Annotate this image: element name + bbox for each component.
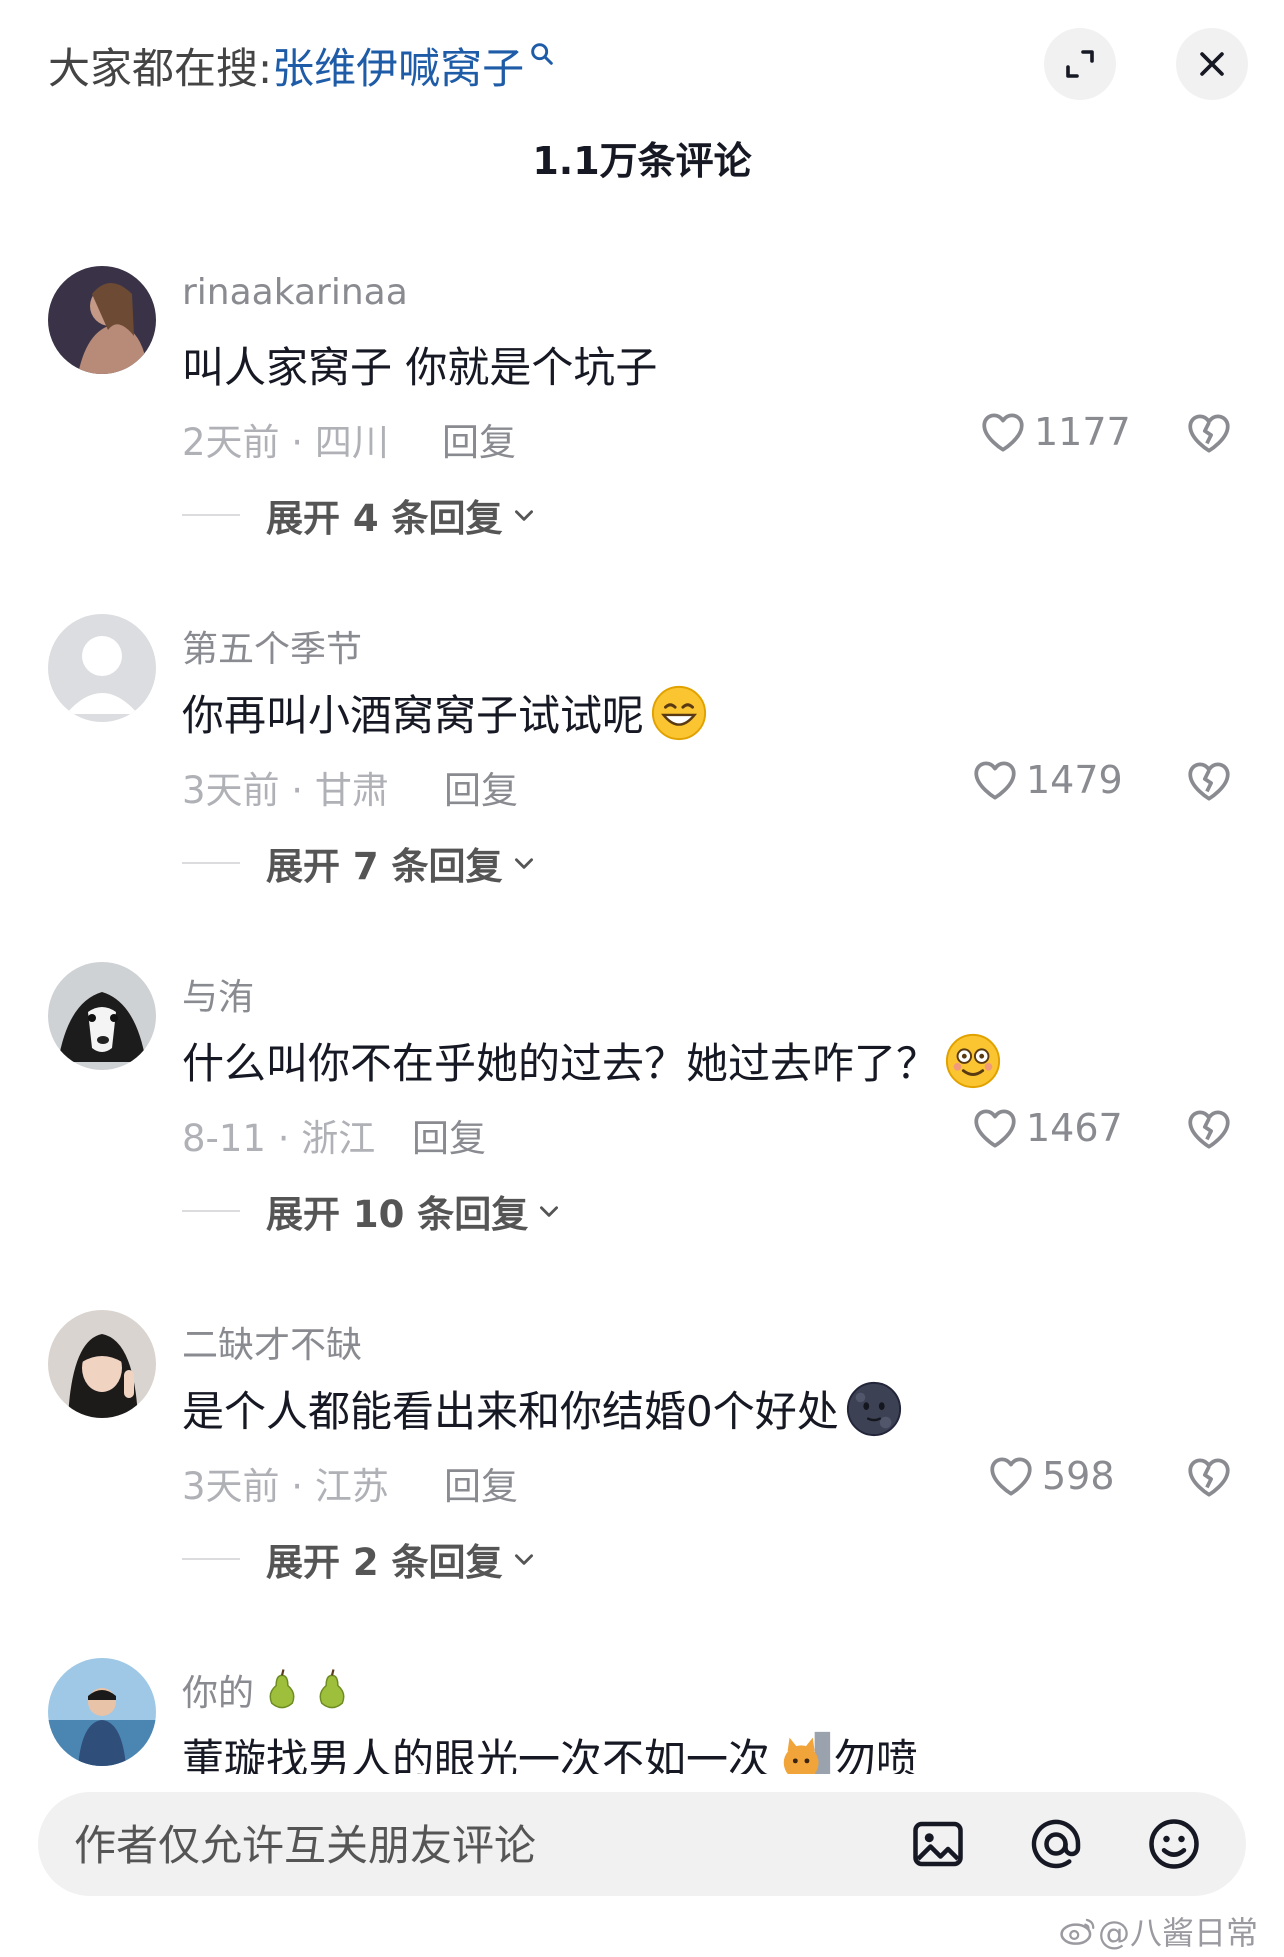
like-count: 1479 — [1026, 758, 1123, 802]
chevron-down-icon — [514, 858, 533, 869]
comment-count-title: 1.1万条评论 — [532, 139, 752, 183]
avatar[interactable] — [48, 1310, 156, 1418]
time-location: 8-11 · 浙江 — [182, 1117, 376, 1160]
comment-text: 董璇找男人的眼光一次不如一次 勿喷 — [182, 1726, 918, 1774]
close-button[interactable] — [1176, 28, 1248, 100]
heart-icon — [982, 413, 1024, 452]
expand-replies-button[interactable]: 展开 4 条回复 — [182, 488, 537, 542]
divider-line — [182, 1210, 240, 1212]
comment-text: 是个人都能看出来和你结婚0个好处 — [182, 1378, 903, 1439]
heart-icon — [974, 1109, 1016, 1148]
avatar[interactable] — [48, 962, 156, 1070]
comment-text-content: 董璇找男人的眼光一次不如一次 — [182, 1735, 771, 1774]
broken-heart-icon[interactable] — [1184, 1452, 1234, 1502]
expand-replies-label: 展开 7 条回复 — [266, 845, 503, 888]
comment-text-content: 你再叫小酒窝窝子试试呢 — [182, 691, 645, 740]
username[interactable]: 第五个季节 — [182, 620, 362, 672]
username-text: 你的 — [182, 1673, 255, 1714]
comment-text: 什么叫你不在乎她的过去？她过去咋了？ — [182, 1030, 1002, 1091]
expand-replies-button[interactable]: 展开 10 条回复 — [182, 1184, 562, 1238]
comment-text: 叫人家窝子 你就是个坑子 — [182, 343, 658, 392]
avatar[interactable] — [48, 1658, 156, 1766]
comment-item: rinaakarinaa 叫人家窝子 你就是个坑子 2天前 · 四川 回复 11… — [0, 266, 1284, 606]
watermark-text: @八酱日常 — [1098, 1914, 1259, 1952]
comments-header: 大家都在搜: 张维伊喊窝子 1.1万条评论 — [0, 0, 1284, 200]
like-button[interactable]: 1467 — [970, 1100, 1123, 1156]
reply-button[interactable]: 回复 — [442, 412, 516, 466]
time-location: 3天前 · 甘肃 — [182, 769, 389, 812]
reply-button[interactable]: 回复 — [444, 1456, 518, 1510]
username[interactable]: 二缺才不缺 — [182, 1316, 362, 1368]
expand-replies-button[interactable]: 展开 2 条回复 — [182, 1532, 537, 1586]
like-button[interactable]: 1177 — [978, 404, 1131, 460]
divider-line — [182, 1558, 240, 1560]
moon-face-emoji-icon — [846, 1381, 901, 1436]
time-location: 2天前 · 四川 — [182, 421, 389, 464]
search-term-link[interactable]: 张维伊喊窝子 — [272, 35, 524, 96]
comment-text-content: 是个人都能看出来和你结婚0个好处 — [182, 1387, 839, 1436]
comment-input-bar — [38, 1792, 1246, 1898]
smiley-icon[interactable] — [1144, 1814, 1204, 1874]
divider-line — [182, 514, 240, 516]
like-count: 598 — [1042, 1454, 1115, 1498]
comment-item: 与洧 什么叫你不在乎她的过去？她过去咋了？ 8-11 · 浙江 回复 1467 … — [0, 962, 1284, 1302]
broken-heart-icon[interactable] — [1184, 1104, 1234, 1154]
chevron-down-icon — [540, 1206, 559, 1217]
trending-search[interactable]: 大家都在搜: 张维伊喊窝子 — [48, 30, 556, 100]
comment-item: 第五个季节 你再叫小酒窝窝子试试呢 3天前 · 甘肃 回复 1479 展开 7 … — [0, 614, 1284, 954]
time-location: 3天前 · 江苏 — [182, 1465, 389, 1508]
dizzy-smile-emoji-icon — [945, 1033, 1001, 1088]
divider-line — [182, 862, 240, 864]
chevron-down-icon — [514, 1554, 533, 1565]
expand-replies-label: 展开 4 条回复 — [266, 497, 503, 540]
like-button[interactable]: 1479 — [970, 752, 1123, 808]
comment-input[interactable] — [72, 1792, 856, 1898]
heart-icon — [974, 761, 1016, 800]
at-icon[interactable] — [1026, 1814, 1086, 1874]
like-button[interactable]: 598 — [986, 1448, 1115, 1504]
close-icon — [1200, 52, 1224, 76]
username[interactable]: 与洧 — [182, 968, 254, 1020]
image-icon[interactable] — [908, 1814, 968, 1874]
avatar[interactable] — [48, 266, 156, 374]
avatar[interactable] — [48, 614, 156, 722]
weibo-logo-icon — [1060, 1918, 1095, 1945]
expand-icon — [1066, 50, 1094, 78]
expand-replies-label: 展开 2 条回复 — [266, 1541, 503, 1584]
search-icon — [531, 43, 553, 65]
expand-replies-button[interactable]: 展开 7 条回复 — [182, 836, 537, 890]
broken-heart-icon[interactable] — [1184, 408, 1234, 458]
comment-text-suffix: 勿喷 — [834, 1735, 919, 1774]
pear-emoji-icon — [319, 1669, 345, 1709]
comment-item: 二缺才不缺 是个人都能看出来和你结婚0个好处 3天前 · 江苏 回复 598 展… — [0, 1310, 1284, 1650]
like-count: 1467 — [1026, 1106, 1123, 1150]
comment-item: 你的 董璇找男人的眼光一次不如一次 勿喷 — [0, 1658, 1284, 1774]
chevron-down-icon — [514, 510, 533, 521]
expand-replies-label: 展开 10 条回复 — [266, 1193, 529, 1236]
reply-button[interactable]: 回复 — [412, 1108, 486, 1162]
watermark: @八酱日常 — [1060, 1908, 1258, 1954]
comment-text-content: 什么叫你不在乎她的过去？她过去咋了？ — [182, 1039, 939, 1088]
search-prefix: 大家都在搜: — [48, 43, 273, 93]
username[interactable]: 你的 — [182, 1664, 354, 1716]
reply-button[interactable]: 回复 — [444, 760, 518, 814]
cat-wall-emoji-icon — [783, 1731, 831, 1774]
username[interactable]: rinaakarinaa — [182, 272, 408, 313]
expand-button[interactable] — [1044, 28, 1116, 100]
broken-heart-icon[interactable] — [1184, 756, 1234, 806]
grin-emoji-icon — [651, 685, 707, 740]
like-count: 1177 — [1034, 410, 1131, 454]
heart-icon — [990, 1457, 1032, 1496]
comment-text: 你再叫小酒窝窝子试试呢 — [182, 682, 708, 743]
pear-emoji-icon — [269, 1669, 295, 1709]
